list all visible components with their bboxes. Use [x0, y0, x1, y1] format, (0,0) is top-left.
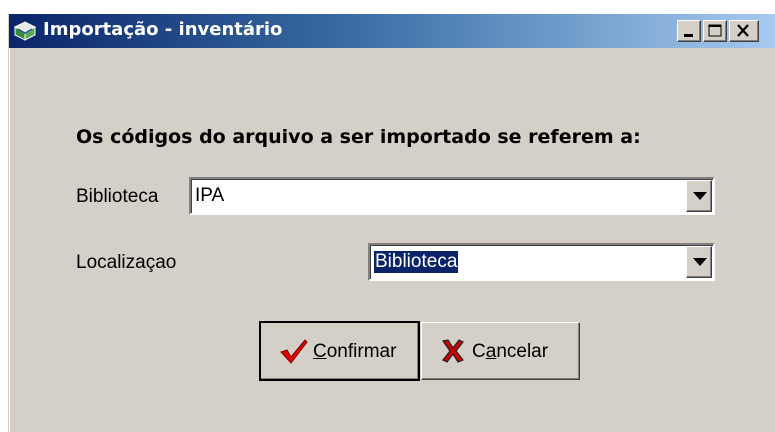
- biblioteca-combobox[interactable]: IPA: [189, 177, 715, 215]
- biblioteca-dropdown-button[interactable]: [686, 180, 712, 212]
- biblioteca-label: Biblioteca: [76, 186, 159, 207]
- title-bar[interactable]: Importação - inventário: [9, 14, 775, 48]
- close-button[interactable]: [729, 20, 759, 42]
- minimize-icon: [684, 34, 693, 37]
- confirm-label: Confirmar: [313, 341, 397, 362]
- close-icon: [737, 24, 749, 37]
- book-icon: [12, 18, 38, 44]
- import-dialog-window: Importação - inventário Os códigos do ar…: [8, 14, 775, 432]
- localizacao-combobox[interactable]: Biblioteca: [368, 243, 715, 281]
- import-heading: Os códigos do arquivo a ser importado se…: [76, 126, 641, 148]
- cancel-button[interactable]: Cancelar: [421, 322, 580, 380]
- localizacao-label: Localizaçao: [76, 252, 177, 273]
- x-mark-icon: [440, 338, 466, 369]
- window-title: Importação - inventário: [43, 19, 283, 40]
- minimize-button[interactable]: [677, 20, 701, 42]
- localizacao-value: Biblioteca: [372, 250, 460, 274]
- confirm-button[interactable]: Confirmar: [259, 321, 420, 381]
- maximize-button[interactable]: [703, 20, 727, 42]
- maximize-icon: [708, 24, 722, 37]
- chevron-down-icon: [693, 258, 707, 266]
- chevron-down-icon: [693, 192, 707, 200]
- checkmark-icon: [279, 338, 309, 369]
- cancel-label: Cancelar: [472, 341, 549, 362]
- localizacao-dropdown-button[interactable]: [686, 246, 712, 278]
- biblioteca-value: IPA: [195, 185, 225, 206]
